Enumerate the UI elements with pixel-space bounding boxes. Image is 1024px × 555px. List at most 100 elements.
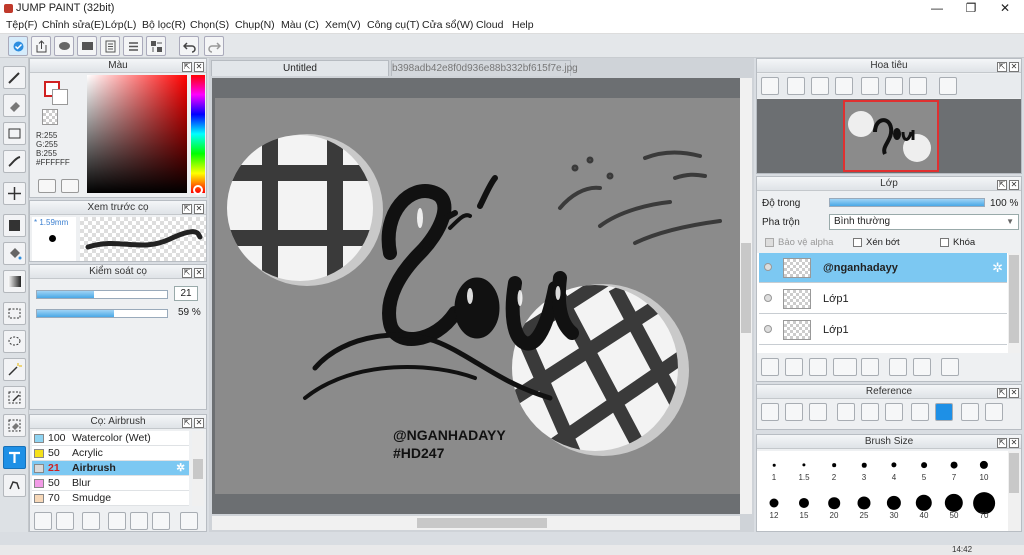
menu-help[interactable]: Help — [512, 19, 534, 31]
color-palette-button[interactable] — [61, 179, 79, 193]
menu-tools[interactable]: Công cụ(T) — [367, 19, 420, 31]
lasso-tool[interactable] — [3, 330, 26, 353]
panel-close-icon[interactable]: ✕ — [1009, 62, 1019, 72]
maximize-button[interactable]: ❐ — [954, 0, 988, 17]
brush-size-cell[interactable]: 4 — [879, 453, 909, 487]
fit-view-icon[interactable] — [811, 77, 829, 95]
brush-size-cell[interactable]: 50 — [939, 491, 969, 525]
navigator-preview[interactable] — [757, 99, 1021, 173]
brush-size-cell[interactable]: 5 — [909, 453, 939, 487]
visibility-icon[interactable] — [764, 325, 772, 333]
menu-edit[interactable]: Chỉnh sửa(E) — [42, 19, 104, 31]
brush-cloud-button[interactable] — [34, 512, 52, 530]
delete-layer-button[interactable] — [941, 358, 959, 376]
gradient-tool[interactable] — [3, 270, 26, 293]
actual-size-icon[interactable] — [835, 77, 853, 95]
brush-size-cell[interactable]: 20 — [819, 491, 849, 525]
layer-row[interactable]: Lớp1 — [759, 315, 1007, 345]
canvas-vertical-scrollbar[interactable] — [740, 78, 752, 514]
magic-wand-tool[interactable] — [3, 358, 26, 381]
clip-checkbox[interactable] — [853, 238, 862, 247]
tab-untitled[interactable]: Untitled — [211, 60, 389, 76]
brush-size-cell[interactable]: 30 — [879, 491, 909, 525]
balloon-tool[interactable] — [3, 474, 26, 497]
gear-icon[interactable]: ✲ — [176, 461, 185, 475]
rotate-right-icon[interactable] — [909, 77, 927, 95]
layer-row[interactable]: @nganhadayy ✲ — [759, 253, 1007, 283]
brush-size-cell[interactable]: 3 — [849, 453, 879, 487]
brush-duplicate-button[interactable] — [152, 512, 170, 530]
background-color-swatch[interactable] — [52, 89, 68, 105]
eraser-tool[interactable] — [3, 94, 26, 117]
grid-button[interactable] — [146, 36, 166, 56]
gear-icon[interactable]: ✲ — [992, 260, 1003, 276]
comment-button[interactable] — [54, 36, 74, 56]
minimize-button[interactable]: — — [920, 0, 954, 17]
panel-close-icon[interactable]: ✕ — [1009, 180, 1019, 190]
duplicate-layer-button[interactable] — [889, 358, 907, 376]
eyedropper-icon[interactable] — [911, 403, 929, 421]
brush-size-scrollbar[interactable] — [1008, 451, 1020, 531]
hue-handle[interactable] — [193, 185, 203, 195]
panel-close-icon[interactable]: ✕ — [1009, 438, 1019, 448]
pen-tool[interactable] — [3, 66, 26, 89]
share-button[interactable] — [31, 36, 51, 56]
brush-size-slider[interactable] — [36, 290, 168, 299]
bucket-tool[interactable] — [3, 242, 26, 265]
new-folder-button[interactable] — [861, 358, 879, 376]
lock-checkbox[interactable] — [940, 238, 949, 247]
brush-size-cell[interactable]: 12 — [759, 491, 789, 525]
open-folder-icon[interactable] — [785, 403, 803, 421]
brush-delete-button[interactable] — [180, 512, 198, 530]
brush-copy-button[interactable] — [108, 512, 126, 530]
brush-list-scrollbar[interactable] — [192, 431, 204, 506]
panel-float-icon[interactable]: ⇱ — [997, 388, 1007, 398]
panel-float-icon[interactable]: ⇱ — [182, 268, 192, 278]
panel-float-icon[interactable]: ⇱ — [182, 418, 192, 428]
cloud-icon[interactable] — [761, 403, 779, 421]
close-reference-icon[interactable] — [809, 403, 827, 421]
brush-stroke-tool[interactable] — [3, 150, 26, 173]
menu-capture[interactable]: Chụp(N) — [235, 19, 275, 31]
brush-size-cell[interactable]: 7 — [939, 453, 969, 487]
redo-button[interactable] — [204, 36, 224, 56]
rotate-left-icon[interactable] — [861, 77, 879, 95]
zoom-in-icon[interactable] — [761, 77, 779, 95]
flip-icon[interactable] — [885, 77, 903, 95]
zoom-out-icon[interactable] — [885, 403, 903, 421]
brush-size-cell[interactable]: 15 — [789, 491, 819, 525]
blend-mode-select[interactable]: Bình thường ▼ — [829, 214, 1019, 230]
brush-item-acrylic[interactable]: 50 Acrylic — [32, 446, 189, 461]
brush-size-cell[interactable]: 25 — [849, 491, 879, 525]
brush-size-cell[interactable]: 70 — [969, 491, 999, 525]
brush-opacity-slider[interactable] — [36, 309, 168, 318]
panel-float-icon[interactable]: ⇱ — [997, 180, 1007, 190]
fill-rect-tool[interactable] — [3, 214, 26, 237]
brush-add-button[interactable] — [82, 512, 100, 530]
fit-window-icon[interactable] — [985, 403, 1003, 421]
zoom-out-icon[interactable] — [787, 77, 805, 95]
merge-layer-button[interactable] — [913, 358, 931, 376]
select-pen-tool[interactable] — [3, 386, 26, 409]
navigator-view-rect[interactable] — [843, 100, 939, 172]
list-button[interactable] — [123, 36, 143, 56]
rectangle-tool[interactable] — [3, 122, 26, 145]
brush-size-cell[interactable]: 10 — [969, 453, 999, 487]
visibility-icon[interactable] — [764, 263, 772, 271]
brush-size-input[interactable]: 21 — [174, 286, 198, 301]
hue-slider[interactable] — [191, 75, 205, 193]
panel-close-icon[interactable]: ✕ — [194, 62, 204, 72]
new-canvas-button[interactable] — [8, 36, 28, 56]
menu-file[interactable]: Tệp(F) — [6, 19, 38, 31]
brush-item-blur[interactable]: 50 Blur — [32, 476, 189, 491]
alpha-lock-checkbox[interactable] — [765, 238, 774, 247]
reset-rotation-icon[interactable] — [939, 77, 957, 95]
fit-view-icon[interactable] — [861, 403, 879, 421]
menu-view[interactable]: Xem(V) — [325, 19, 361, 31]
new-raster-layer-button[interactable] — [785, 358, 803, 376]
menu-filter[interactable]: Bộ lọc(R) — [142, 19, 186, 31]
panel-close-icon[interactable]: ✕ — [194, 418, 204, 428]
document-button[interactable] — [100, 36, 120, 56]
panel-float-icon[interactable]: ⇱ — [182, 62, 192, 72]
visibility-icon[interactable] — [764, 294, 772, 302]
